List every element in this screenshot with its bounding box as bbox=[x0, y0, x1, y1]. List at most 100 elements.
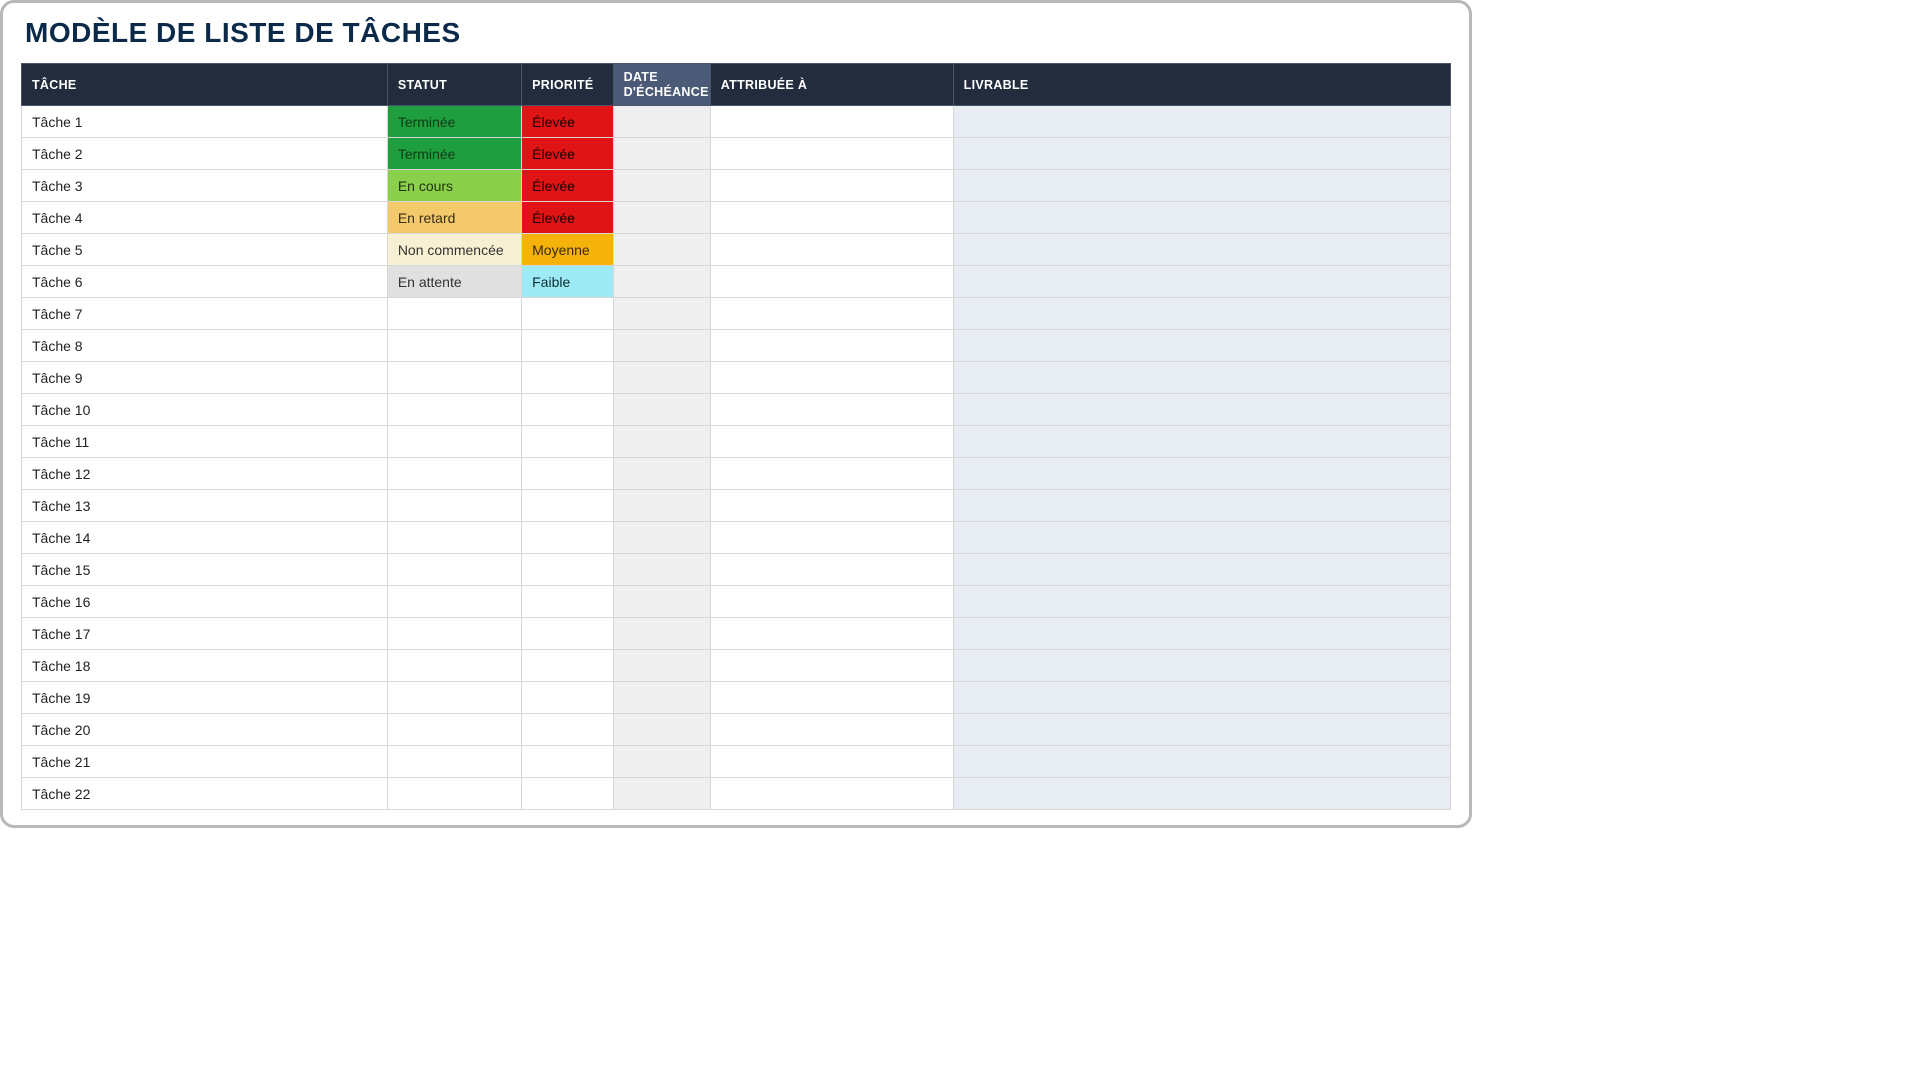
cell-priority[interactable] bbox=[522, 490, 613, 522]
cell-deliverable[interactable] bbox=[953, 170, 1450, 202]
cell-due[interactable] bbox=[613, 202, 710, 234]
cell-priority[interactable]: Élevée bbox=[522, 170, 613, 202]
cell-priority[interactable]: Élevée bbox=[522, 138, 613, 170]
cell-priority[interactable] bbox=[522, 778, 613, 810]
cell-task[interactable]: Tâche 14 bbox=[22, 522, 388, 554]
cell-status[interactable] bbox=[387, 554, 521, 586]
cell-deliverable[interactable] bbox=[953, 490, 1450, 522]
cell-status[interactable]: Terminée bbox=[387, 106, 521, 138]
cell-status[interactable] bbox=[387, 650, 521, 682]
cell-due[interactable] bbox=[613, 138, 710, 170]
cell-deliverable[interactable] bbox=[953, 426, 1450, 458]
cell-deliverable[interactable] bbox=[953, 650, 1450, 682]
cell-task[interactable]: Tâche 10 bbox=[22, 394, 388, 426]
cell-status[interactable] bbox=[387, 490, 521, 522]
col-header-status[interactable]: STATUT bbox=[387, 64, 521, 106]
cell-priority[interactable] bbox=[522, 362, 613, 394]
cell-assigned[interactable] bbox=[710, 586, 953, 618]
cell-status[interactable]: Non commencée bbox=[387, 234, 521, 266]
cell-status[interactable] bbox=[387, 330, 521, 362]
col-header-assigned[interactable]: ATTRIBUÉE À bbox=[710, 64, 953, 106]
cell-assigned[interactable] bbox=[710, 362, 953, 394]
cell-deliverable[interactable] bbox=[953, 682, 1450, 714]
cell-due[interactable] bbox=[613, 394, 710, 426]
cell-due[interactable] bbox=[613, 490, 710, 522]
cell-assigned[interactable] bbox=[710, 330, 953, 362]
cell-due[interactable] bbox=[613, 362, 710, 394]
cell-deliverable[interactable] bbox=[953, 298, 1450, 330]
cell-assigned[interactable] bbox=[710, 554, 953, 586]
cell-due[interactable] bbox=[613, 522, 710, 554]
cell-due[interactable] bbox=[613, 586, 710, 618]
cell-deliverable[interactable] bbox=[953, 618, 1450, 650]
cell-assigned[interactable] bbox=[710, 394, 953, 426]
cell-status[interactable] bbox=[387, 746, 521, 778]
cell-task[interactable]: Tâche 22 bbox=[22, 778, 388, 810]
cell-deliverable[interactable] bbox=[953, 202, 1450, 234]
cell-priority[interactable]: Moyenne bbox=[522, 234, 613, 266]
cell-due[interactable] bbox=[613, 714, 710, 746]
cell-task[interactable]: Tâche 5 bbox=[22, 234, 388, 266]
cell-due[interactable] bbox=[613, 330, 710, 362]
cell-assigned[interactable] bbox=[710, 426, 953, 458]
cell-deliverable[interactable] bbox=[953, 234, 1450, 266]
cell-due[interactable] bbox=[613, 746, 710, 778]
cell-deliverable[interactable] bbox=[953, 138, 1450, 170]
cell-status[interactable] bbox=[387, 586, 521, 618]
cell-deliverable[interactable] bbox=[953, 266, 1450, 298]
cell-deliverable[interactable] bbox=[953, 586, 1450, 618]
cell-status[interactable]: Terminée bbox=[387, 138, 521, 170]
cell-priority[interactable] bbox=[522, 586, 613, 618]
cell-assigned[interactable] bbox=[710, 618, 953, 650]
cell-due[interactable] bbox=[613, 650, 710, 682]
cell-due[interactable] bbox=[613, 266, 710, 298]
cell-due[interactable] bbox=[613, 682, 710, 714]
cell-deliverable[interactable] bbox=[953, 362, 1450, 394]
cell-status[interactable] bbox=[387, 362, 521, 394]
cell-task[interactable]: Tâche 18 bbox=[22, 650, 388, 682]
cell-due[interactable] bbox=[613, 234, 710, 266]
cell-task[interactable]: Tâche 9 bbox=[22, 362, 388, 394]
cell-assigned[interactable] bbox=[710, 682, 953, 714]
cell-status[interactable] bbox=[387, 778, 521, 810]
cell-task[interactable]: Tâche 7 bbox=[22, 298, 388, 330]
cell-task[interactable]: Tâche 4 bbox=[22, 202, 388, 234]
cell-assigned[interactable] bbox=[710, 458, 953, 490]
cell-assigned[interactable] bbox=[710, 106, 953, 138]
cell-deliverable[interactable] bbox=[953, 714, 1450, 746]
cell-priority[interactable] bbox=[522, 618, 613, 650]
cell-task[interactable]: Tâche 13 bbox=[22, 490, 388, 522]
cell-assigned[interactable] bbox=[710, 650, 953, 682]
cell-deliverable[interactable] bbox=[953, 778, 1450, 810]
cell-deliverable[interactable] bbox=[953, 394, 1450, 426]
cell-deliverable[interactable] bbox=[953, 106, 1450, 138]
cell-assigned[interactable] bbox=[710, 714, 953, 746]
cell-task[interactable]: Tâche 15 bbox=[22, 554, 388, 586]
cell-status[interactable] bbox=[387, 298, 521, 330]
cell-status[interactable]: En attente bbox=[387, 266, 521, 298]
cell-task[interactable]: Tâche 12 bbox=[22, 458, 388, 490]
cell-due[interactable] bbox=[613, 170, 710, 202]
cell-status[interactable] bbox=[387, 394, 521, 426]
cell-task[interactable]: Tâche 8 bbox=[22, 330, 388, 362]
cell-priority[interactable] bbox=[522, 746, 613, 778]
cell-status[interactable] bbox=[387, 426, 521, 458]
cell-task[interactable]: Tâche 19 bbox=[22, 682, 388, 714]
cell-assigned[interactable] bbox=[710, 490, 953, 522]
cell-deliverable[interactable] bbox=[953, 458, 1450, 490]
cell-deliverable[interactable] bbox=[953, 554, 1450, 586]
cell-priority[interactable] bbox=[522, 522, 613, 554]
cell-status[interactable] bbox=[387, 522, 521, 554]
col-header-priority[interactable]: PRIORITÉ bbox=[522, 64, 613, 106]
cell-assigned[interactable] bbox=[710, 170, 953, 202]
cell-priority[interactable] bbox=[522, 650, 613, 682]
cell-priority[interactable] bbox=[522, 426, 613, 458]
cell-status[interactable]: En retard bbox=[387, 202, 521, 234]
cell-deliverable[interactable] bbox=[953, 746, 1450, 778]
cell-assigned[interactable] bbox=[710, 746, 953, 778]
cell-task[interactable]: Tâche 17 bbox=[22, 618, 388, 650]
cell-priority[interactable]: Élevée bbox=[522, 202, 613, 234]
cell-status[interactable] bbox=[387, 458, 521, 490]
cell-priority[interactable] bbox=[522, 554, 613, 586]
cell-task[interactable]: Tâche 2 bbox=[22, 138, 388, 170]
